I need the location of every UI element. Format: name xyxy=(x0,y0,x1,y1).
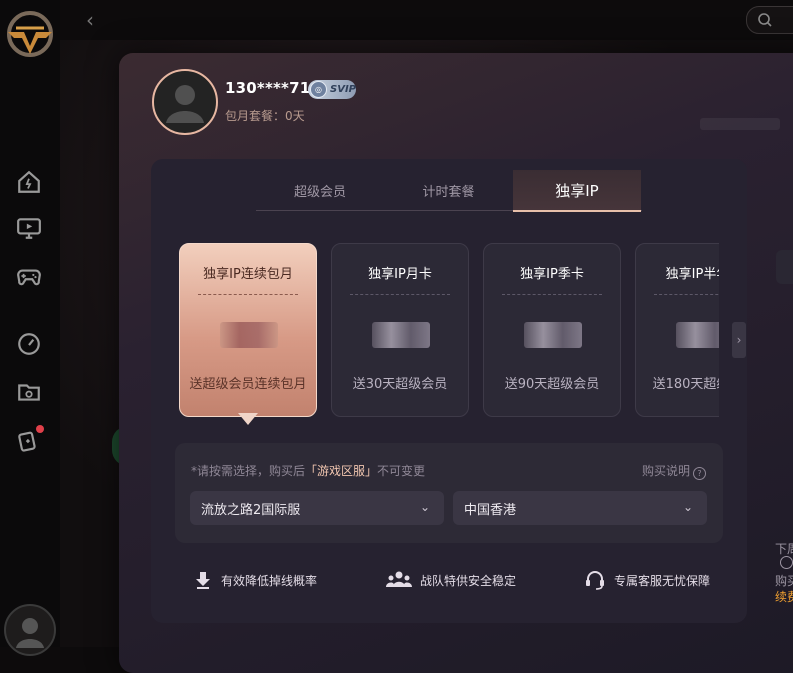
coin-icon: ◎ xyxy=(310,81,327,98)
blurred-text xyxy=(700,118,780,130)
divider xyxy=(198,294,298,295)
card-gift: 送超级会员连续包月 xyxy=(189,377,307,392)
speedometer-icon[interactable] xyxy=(14,329,44,359)
svip-label: SVIP xyxy=(330,84,356,95)
home-icon[interactable] xyxy=(14,167,44,197)
download-arrow-icon xyxy=(196,572,210,589)
chevron-down-icon: ⌄ xyxy=(682,500,693,514)
tab-super-member[interactable]: 超级会员 xyxy=(256,170,384,210)
card-gift: 送90天超级会员 xyxy=(504,377,600,392)
card-title: 独享IP半年卡 xyxy=(665,267,719,282)
plan-tabs: 超级会员 计时套餐 独享IP xyxy=(256,170,642,212)
gamepad-icon[interactable] xyxy=(14,261,44,291)
feature-support: 专属客服无忧保障 xyxy=(584,568,710,592)
region-value: 中国香港 xyxy=(464,502,517,518)
feature-label: 专属客服无忧保障 xyxy=(614,573,711,588)
search-icon xyxy=(758,13,772,27)
note-suffix: 不可变更 xyxy=(377,464,426,478)
search-box[interactable] xyxy=(746,6,793,34)
app-logo-icon[interactable] xyxy=(2,8,58,60)
feature-label: 有效降低掉线概率 xyxy=(221,573,318,588)
game-server-value: 流放之路2国际服 xyxy=(201,502,301,518)
selected-card-pointer xyxy=(238,413,258,425)
help-label: 购买说明 xyxy=(642,464,691,478)
card-title: 独享IP连续包月 xyxy=(203,267,293,282)
side-card xyxy=(776,250,793,284)
card-price-blurred xyxy=(676,322,719,348)
side-panel-text-3[interactable]: 续费 xyxy=(775,588,793,605)
card-title: 独享IP季卡 xyxy=(520,267,584,282)
side-panel-text-2: 购买 xyxy=(775,574,793,588)
tab-timed-plan[interactable]: 计时套餐 xyxy=(384,170,513,210)
cards-icon[interactable] xyxy=(14,425,44,455)
plan-card-monthly-auto[interactable]: 独享IP连续包月 送超级会员连续包月 xyxy=(179,243,317,417)
user-avatar xyxy=(152,69,218,135)
game-server-select[interactable]: 流放之路2国际服 ⌄ xyxy=(190,491,444,525)
note-highlight: 「游戏区服」 xyxy=(305,464,378,478)
feature-disconnect: 有效降低掉线概率 xyxy=(193,568,317,592)
feature-label: 战队特供安全稳定 xyxy=(420,573,517,588)
nav-avatar[interactable] xyxy=(4,604,56,656)
feature-team: 战队特供安全稳定 xyxy=(386,568,516,592)
headset-icon xyxy=(586,571,604,590)
note-prefix: *请按需选择，购买后 xyxy=(191,464,306,478)
divider xyxy=(350,294,450,295)
divider xyxy=(654,294,719,295)
card-price-blurred xyxy=(524,322,582,348)
team-icon xyxy=(386,571,412,587)
plan-card-quarter[interactable]: 独享IP季卡 送90天超级会员 xyxy=(483,243,621,417)
plan-card-half-year[interactable]: 独享IP半年卡 送180天超级会员 xyxy=(635,243,719,417)
divider xyxy=(502,294,602,295)
card-title: 独享IP月卡 xyxy=(368,267,432,282)
chevron-right-icon[interactable]: › xyxy=(732,322,746,358)
selection-note: *请按需选择，购买后「游戏区服」不可变更 xyxy=(191,462,425,479)
chevron-left-icon[interactable]: ‹ xyxy=(86,8,106,32)
notification-dot xyxy=(36,425,44,433)
question-icon xyxy=(780,556,793,569)
purchase-help-link[interactable]: 购买说明? xyxy=(642,462,707,480)
card-gift: 送180天超级会员 xyxy=(652,377,719,392)
plan-card-month[interactable]: 独享IP月卡 送30天超级会员 xyxy=(331,243,469,417)
folder-icon[interactable] xyxy=(14,377,44,407)
plan-status: 包月套餐：0天 xyxy=(225,109,305,123)
plan-card-list: 独享IP连续包月 送超级会员连续包月 独享IP月卡 送30天超级会员 独享IP季… xyxy=(179,243,719,419)
left-nav xyxy=(0,0,60,656)
tab-dedicated-ip[interactable]: 独享IP xyxy=(513,170,641,212)
monitor-icon[interactable] xyxy=(14,213,44,243)
question-icon: ? xyxy=(693,467,707,480)
svip-badge: ◎ SVIP xyxy=(308,80,356,99)
chevron-down-icon: ⌄ xyxy=(419,500,430,514)
region-select[interactable]: 中国香港 ⌄ xyxy=(453,491,707,525)
side-panel-text-1: 下周 xyxy=(775,542,793,556)
card-gift: 送30天超级会员 xyxy=(352,377,448,392)
card-price-blurred xyxy=(220,322,278,348)
card-price-blurred xyxy=(372,322,430,348)
